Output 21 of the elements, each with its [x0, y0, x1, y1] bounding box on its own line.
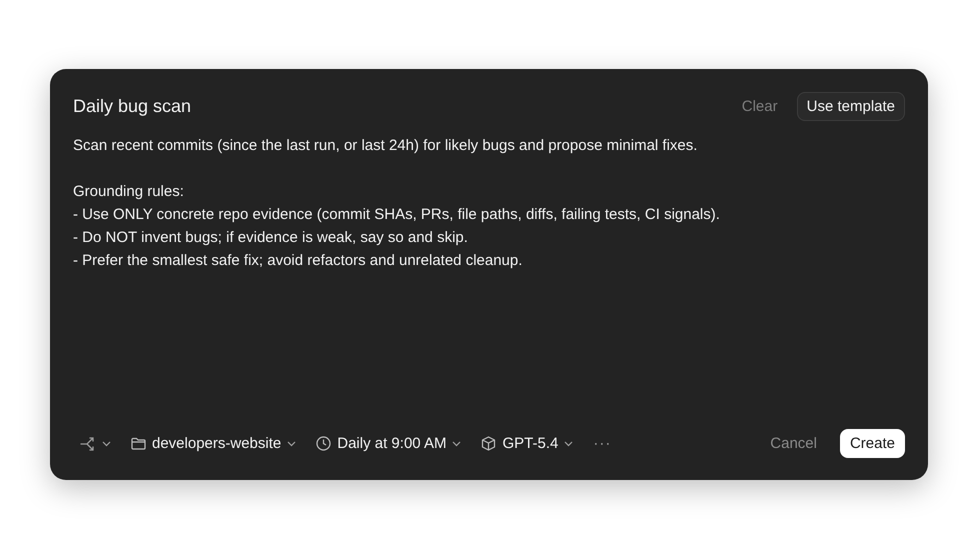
prompt-line: - Prefer the smallest safe fix; avoid refactors and unrelated cleanup.	[73, 251, 524, 271]
prompt-line: - Use ONLY concrete repo evidence (commit SHAs, PRs, file paths, diffs, failing tests, CI signals).	[73, 205, 721, 225]
prompt-line: Grounding rules:	[73, 182, 185, 202]
prompt-line: - Do NOT invent bugs; if evidence is weak, say so and skip.	[73, 228, 469, 248]
model-dropdown[interactable]: GPT-5.4	[474, 431, 580, 456]
caret-icon	[452, 440, 462, 446]
clock-icon	[316, 436, 332, 451]
caret-icon	[287, 440, 296, 446]
branch-icon	[80, 436, 96, 452]
caret-icon	[102, 440, 111, 446]
caret-icon	[564, 440, 574, 446]
use-template-button[interactable]: Use template	[796, 92, 905, 120]
cube-icon	[481, 436, 496, 451]
prompt-line: Scan recent commits (since the last run, or last 24h) for likely bugs and propose minimal fixes.	[73, 136, 698, 156]
schedule-dropdown[interactable]: Daily at 9:00 AM	[309, 431, 468, 456]
cancel-button[interactable]: Cancel	[761, 430, 826, 457]
more-button[interactable]: ···	[586, 431, 618, 456]
folder-icon	[131, 437, 146, 450]
dialog-title: Daily bug scan	[73, 96, 192, 116]
create-button[interactable]: Create	[840, 429, 905, 458]
project-dropdown[interactable]: developers-website	[124, 431, 304, 456]
